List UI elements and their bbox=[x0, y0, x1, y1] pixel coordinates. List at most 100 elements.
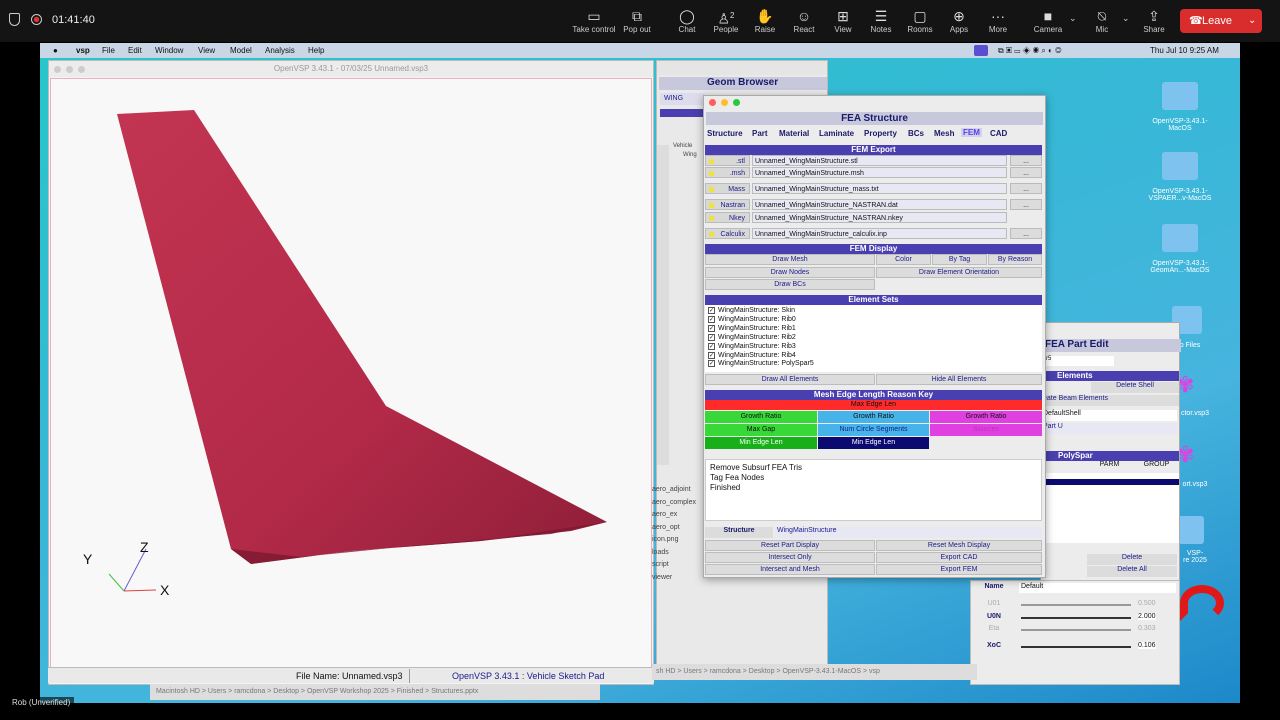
shell-select[interactable]: DefaultShell bbox=[1043, 410, 1177, 421]
checkbox-checked-icon[interactable]: ✓ bbox=[708, 359, 715, 367]
more-button[interactable]: ··· More bbox=[970, 7, 1026, 34]
list-item[interactable]: viewer bbox=[652, 572, 704, 585]
checkbox-checked-icon[interactable]: ✓ bbox=[708, 315, 715, 323]
log-console[interactable]: Remove Subsurf FEA Tris Tag Fea Nodes Fi… bbox=[705, 459, 1042, 521]
structure-select[interactable]: WingMainStructure bbox=[775, 527, 1042, 538]
menu-edit[interactable]: Edit bbox=[128, 43, 142, 58]
by-tag-toggle[interactable]: By Tag bbox=[932, 254, 987, 265]
tree-wing[interactable]: Wing bbox=[683, 152, 697, 158]
name-field[interactable]: Default bbox=[1019, 583, 1176, 593]
checkbox-checked-icon[interactable]: ✓ bbox=[708, 333, 715, 341]
by-reason-toggle[interactable]: By Reason bbox=[988, 254, 1042, 265]
export-filename[interactable]: Unnamed_WingMainStructure.msh bbox=[752, 167, 1007, 178]
slider-track[interactable] bbox=[1021, 646, 1131, 648]
list-item[interactable]: loads bbox=[652, 547, 704, 560]
intersect-only-button[interactable]: Intersect Only bbox=[705, 552, 875, 563]
slider-value[interactable]: 2.000 bbox=[1138, 613, 1156, 620]
list-item[interactable]: ✓ WingMainStructure: Rib2 bbox=[708, 333, 796, 342]
export-filename[interactable]: Unnamed_WingMainStructure_mass.txt bbox=[752, 183, 1007, 194]
camera-button[interactable]: ■ Camera bbox=[1020, 7, 1076, 34]
zoom-icon[interactable] bbox=[733, 99, 740, 106]
browse-button[interactable]: ... bbox=[1010, 183, 1042, 194]
close-icon[interactable] bbox=[709, 99, 716, 106]
menu-model[interactable]: Model bbox=[230, 43, 252, 58]
table-row[interactable] bbox=[1043, 479, 1179, 485]
folder-icon[interactable] bbox=[1162, 152, 1198, 180]
list-item[interactable]: ✓ WingMainStructure: Skin bbox=[708, 306, 795, 315]
checkbox-checked-icon[interactable]: ✓ bbox=[708, 324, 715, 332]
close-icon[interactable] bbox=[54, 66, 61, 73]
create-beam-button[interactable]: eate Beam Elements bbox=[1043, 395, 1179, 406]
list-item[interactable]: aero_ex bbox=[652, 509, 704, 522]
delete-button[interactable]: Delete bbox=[1087, 554, 1177, 565]
export-fem-button[interactable]: Export FEM bbox=[876, 564, 1042, 575]
minimize-icon[interactable] bbox=[721, 99, 728, 106]
menu-window[interactable]: Window bbox=[155, 43, 183, 58]
slider-value[interactable]: 0.500 bbox=[1138, 600, 1156, 607]
list-item[interactable]: ✓ WingMainStructure: Rib1 bbox=[708, 324, 796, 333]
tab-material[interactable]: Material bbox=[779, 129, 809, 138]
status-app-icon[interactable] bbox=[974, 45, 988, 56]
export-filename[interactable]: Unnamed_WingMainStructure.stl bbox=[752, 155, 1007, 166]
export-toggle[interactable]: Mass bbox=[705, 183, 750, 194]
browse-button[interactable]: ... bbox=[1010, 167, 1042, 178]
list-item[interactable]: ✓ WingMainStructure: PolySpar5 bbox=[708, 359, 814, 368]
part-u-select[interactable]: Part U bbox=[1043, 423, 1177, 434]
tab-structure[interactable]: Structure bbox=[707, 129, 743, 138]
export-toggle[interactable]: .msh bbox=[705, 167, 750, 178]
browse-button[interactable]: ... bbox=[1010, 228, 1042, 239]
export-filename[interactable]: Unnamed_WingMainStructure_NASTRAN.nkey bbox=[752, 212, 1007, 223]
minimize-icon[interactable] bbox=[66, 66, 73, 73]
browse-button[interactable]: ... bbox=[1010, 199, 1042, 210]
export-filename[interactable]: Unnamed_WingMainStructure_calculix.inp bbox=[752, 228, 1007, 239]
menu-vsp[interactable]: vsp bbox=[76, 43, 90, 58]
menu-help[interactable]: Help bbox=[308, 43, 324, 58]
geom-scrollbar[interactable] bbox=[657, 145, 669, 465]
leave-button[interactable]: ☎ Leave ⌄ bbox=[1180, 9, 1262, 33]
list-item[interactable]: ✓ WingMainStructure: Rib3 bbox=[708, 342, 796, 351]
checkbox-checked-icon[interactable]: ✓ bbox=[708, 342, 715, 350]
tab-fem[interactable]: FEM bbox=[961, 128, 982, 137]
pop-out-button[interactable]: ⧉ Pop out bbox=[609, 7, 665, 34]
delete-all-button[interactable]: Delete All bbox=[1087, 566, 1177, 577]
slider-value[interactable]: 0.106 bbox=[1138, 642, 1156, 649]
tree-vehicle[interactable]: Vehicle bbox=[673, 143, 692, 149]
list-item[interactable]: icon.png bbox=[652, 534, 704, 547]
tab-laminate[interactable]: Laminate bbox=[819, 129, 854, 138]
polyspar-table[interactable] bbox=[1043, 473, 1179, 543]
color-toggle[interactable]: Color bbox=[876, 254, 931, 265]
apple-icon[interactable]: ● bbox=[53, 43, 58, 58]
export-toggle[interactable]: .stl bbox=[705, 155, 750, 166]
3d-viewport[interactable]: Z Y X bbox=[50, 78, 652, 668]
slider-track[interactable] bbox=[1021, 629, 1131, 631]
export-cad-button[interactable]: Export CAD bbox=[876, 552, 1042, 563]
folder-icon[interactable] bbox=[1162, 82, 1198, 110]
geom-selected-row[interactable] bbox=[660, 109, 705, 117]
list-item[interactable]: aero_opt bbox=[652, 522, 704, 535]
tab-bcs[interactable]: BCs bbox=[908, 129, 924, 138]
intersect-and-mesh-button[interactable]: Intersect and Mesh bbox=[705, 564, 875, 575]
list-item[interactable]: ✓ WingMainStructure: Rib0 bbox=[708, 315, 796, 324]
hide-all-elements-button[interactable]: Hide All Elements bbox=[876, 374, 1042, 385]
folder-icon[interactable] bbox=[1178, 516, 1204, 544]
list-item[interactable]: aero_complex bbox=[652, 497, 704, 510]
part-name-field[interactable]: r5 bbox=[1044, 356, 1114, 366]
reset-mesh-display-button[interactable]: Reset Mesh Display bbox=[876, 540, 1042, 551]
slider-value[interactable]: 0.303 bbox=[1138, 625, 1156, 632]
slider-track[interactable] bbox=[1021, 604, 1131, 606]
menu-analysis[interactable]: Analysis bbox=[265, 43, 295, 58]
list-item[interactable]: aero_adjoint bbox=[652, 484, 704, 497]
folder-icon[interactable] bbox=[1162, 224, 1198, 252]
menu-view[interactable]: View bbox=[198, 43, 215, 58]
tab-cad[interactable]: CAD bbox=[990, 129, 1007, 138]
export-toggle[interactable]: Nastran bbox=[705, 199, 750, 210]
tab-mesh[interactable]: Mesh bbox=[934, 129, 954, 138]
draw-bcs-toggle[interactable]: Draw BCs bbox=[705, 279, 875, 290]
list-item[interactable]: script bbox=[652, 559, 704, 572]
wing-type-select[interactable]: WING bbox=[660, 93, 705, 105]
slider-track[interactable] bbox=[1021, 617, 1131, 619]
delete-shell-button[interactable]: Delete Shell bbox=[1091, 382, 1179, 393]
browse-button[interactable]: ... bbox=[1010, 155, 1042, 166]
export-toggle[interactable]: Nkey bbox=[705, 212, 750, 223]
draw-nodes-toggle[interactable]: Draw Nodes bbox=[705, 267, 875, 278]
